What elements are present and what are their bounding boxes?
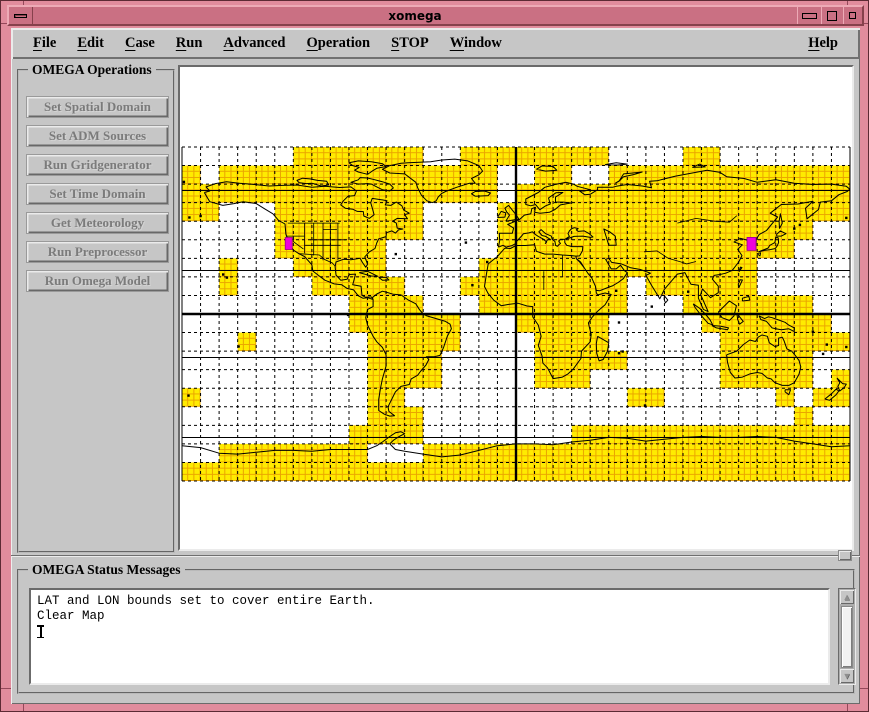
main-content: File Edit Case Run Advanced Operation STOP Wind…: [11, 28, 860, 704]
status-scrollbar[interactable]: ▲ ▼: [838, 588, 856, 685]
operations-panel-title: OMEGA Operations: [28, 62, 156, 78]
menu-help[interactable]: Help: [808, 35, 838, 52]
status-line: LAT and LON bounds set to cover entire E…: [37, 594, 822, 609]
scroll-down-icon[interactable]: ▼: [840, 669, 854, 683]
menu-stop[interactable]: STOP: [391, 35, 429, 52]
menu-edit[interactable]: Edit: [77, 35, 104, 52]
restore-button[interactable]: [797, 7, 821, 24]
world-map-canvas[interactable]: [178, 65, 854, 551]
maximize-button[interactable]: [821, 7, 843, 24]
sash-grip[interactable]: [838, 550, 852, 561]
scrollbar-thumb[interactable]: [841, 606, 853, 668]
button-set-time-domain[interactable]: Set Time Domain: [26, 183, 169, 205]
menu-file[interactable]: File: [33, 35, 56, 52]
button-set-adm-sources[interactable]: Set ADM Sources: [26, 125, 169, 147]
status-panel-title: OMEGA Status Messages: [28, 562, 185, 578]
button-get-meteorology[interactable]: Get Meteorology: [26, 212, 169, 234]
operations-panel: OMEGA Operations Set Spatial DomainSet A…: [17, 69, 175, 553]
window-menu-icon: [14, 14, 27, 18]
titlebar[interactable]: xomega: [7, 5, 864, 26]
button-run-omega-model[interactable]: Run Omega Model: [26, 270, 169, 292]
status-line: Clear Map: [37, 609, 822, 624]
window-title: xomega: [33, 7, 797, 24]
iconify-icon: [849, 12, 856, 19]
menu-operation[interactable]: Operation: [306, 35, 370, 52]
window-menu-button[interactable]: [9, 7, 33, 24]
button-set-spatial-domain[interactable]: Set Spatial Domain: [26, 96, 169, 118]
menubar: File Edit Case Run Advanced Operation STOP Wind…: [11, 28, 860, 59]
maximize-icon: [827, 11, 837, 21]
button-run-gridgenerator[interactable]: Run Gridgenerator: [26, 154, 169, 176]
text-caret: [37, 625, 45, 638]
menu-run[interactable]: Run: [176, 35, 203, 52]
menu-advanced[interactable]: Advanced: [223, 35, 285, 52]
status-panel: OMEGA Status Messages LAT and LON bounds…: [17, 569, 855, 694]
menu-case[interactable]: Case: [125, 35, 155, 52]
pane-separator: [11, 556, 860, 557]
iconify-button[interactable]: [843, 7, 862, 24]
scroll-up-icon[interactable]: ▲: [840, 590, 854, 604]
menu-window[interactable]: Window: [450, 35, 502, 52]
button-run-preprocessor[interactable]: Run Preprocessor: [26, 241, 169, 263]
frame-notch: [1, 688, 11, 689]
status-text-area[interactable]: LAT and LON bounds set to cover entire E…: [29, 588, 830, 685]
app-window: xomega File Edit Case Run Advanced Operation S…: [0, 0, 869, 712]
restore-icon: [802, 13, 817, 19]
